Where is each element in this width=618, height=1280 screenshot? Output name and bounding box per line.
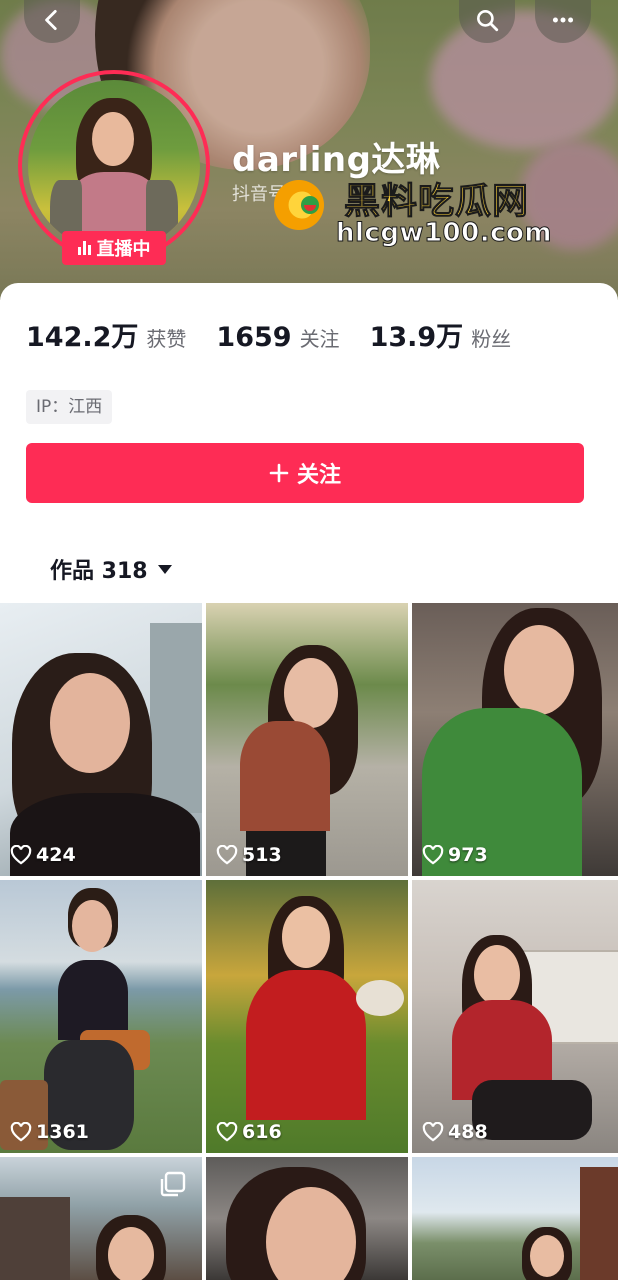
video-tile[interactable]: [0, 1157, 202, 1280]
heart-icon: [10, 845, 32, 865]
stat-label: 粉丝: [471, 327, 512, 351]
plus-icon: [269, 463, 289, 483]
profile-stats: 142.2万 获赞 1659 关注 13.9万 粉丝: [26, 315, 541, 354]
like-count: 513: [216, 844, 282, 866]
like-count-value: 973: [448, 844, 488, 866]
video-tile[interactable]: 488: [412, 880, 618, 1153]
live-badge[interactable]: 直播中: [62, 231, 166, 265]
watermark-title: 黑料吃瓜网: [343, 181, 530, 223]
heart-icon: [216, 845, 238, 865]
avatar[interactable]: [28, 80, 200, 252]
heart-icon: [216, 1122, 238, 1142]
stat-value: 13.9万: [369, 322, 464, 353]
video-tile[interactable]: 973: [412, 603, 618, 876]
follow-button-label: 关注: [296, 463, 341, 488]
video-tile[interactable]: 513: [206, 603, 408, 876]
heart-icon: [10, 1122, 32, 1142]
stat-following[interactable]: 1659 关注: [216, 322, 339, 353]
stat-followers[interactable]: 13.9万 粉丝: [370, 315, 512, 354]
like-count-value: 424: [36, 844, 76, 866]
profile-card: 142.2万 获赞 1659 关注 13.9万 粉丝 IP：江西 关注 作品 3…: [0, 283, 618, 603]
heart-icon: [422, 1122, 444, 1142]
stat-value: 142.2万: [26, 322, 139, 353]
like-count-value: 488: [448, 1121, 488, 1143]
like-count-value: 1361: [36, 1121, 89, 1143]
like-count: 1361: [10, 1121, 89, 1143]
watermark-url: hlcgw100.com: [336, 218, 552, 249]
live-bars-icon: [77, 241, 91, 255]
chevron-left-icon: [45, 9, 57, 31]
like-count: 424: [10, 844, 76, 866]
like-count-value: 616: [242, 1121, 282, 1143]
stat-value: 1659: [216, 322, 292, 353]
tab-works[interactable]: 作品 318: [50, 553, 172, 585]
video-tile[interactable]: 1361: [0, 880, 202, 1153]
caret-down-icon: [157, 564, 172, 574]
search-icon: [477, 10, 499, 32]
like-count: 973: [422, 844, 488, 866]
like-count: 488: [422, 1121, 488, 1143]
video-tile[interactable]: [412, 1157, 618, 1280]
watermark-logo-icon: [264, 170, 334, 240]
stat-label: 关注: [299, 327, 340, 351]
like-count: 616: [216, 1121, 282, 1143]
follow-button[interactable]: 关注: [26, 443, 584, 503]
live-badge-label: 直播中: [96, 239, 151, 260]
more-dots-icon: [552, 17, 574, 23]
video-grid: 424 513 973 1361 616 488: [0, 603, 618, 1280]
stat-likes[interactable]: 142.2万 获赞: [26, 315, 186, 354]
tab-works-label: 作品 318: [50, 559, 148, 584]
video-tile[interactable]: [206, 1157, 408, 1280]
heart-icon: [422, 845, 444, 865]
video-tile[interactable]: 424: [0, 603, 202, 876]
like-count-value: 513: [242, 844, 282, 866]
ip-location-tag: IP：江西: [26, 390, 113, 424]
multi-image-icon: [160, 1171, 186, 1197]
stat-label: 获赞: [146, 327, 187, 351]
video-tile[interactable]: 616: [206, 880, 408, 1153]
